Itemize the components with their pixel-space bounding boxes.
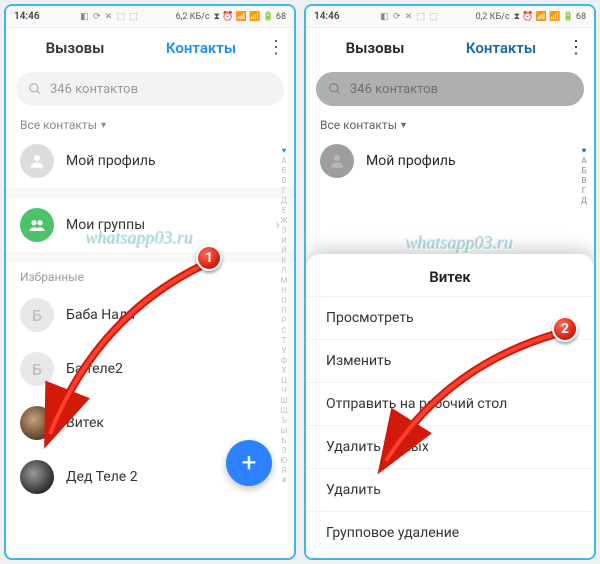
- alpha-letter[interactable]: Ь: [281, 436, 286, 446]
- status-icons-left: ◧ ⟳ ✕ ⬚ ⬚: [44, 12, 176, 22]
- alpha-letter[interactable]: Т: [282, 336, 287, 346]
- row-label: Мои группы: [66, 217, 264, 233]
- alpha-letter[interactable]: М: [281, 276, 288, 286]
- search-placeholder: 346 контактов: [350, 82, 438, 97]
- alpha-letter[interactable]: П: [281, 306, 287, 316]
- alpha-letter[interactable]: Г: [282, 186, 286, 196]
- search-input[interactable]: 346 контактов: [316, 72, 584, 106]
- alpha-index[interactable]: ♥АБВГДЕЖЗИЙКЛМНОПРСТУФХЦЧШЩЪЫЬЭЮЯ#: [278, 146, 290, 538]
- status-icons-left: ◧ ⟳ ✕ ⬚ ⬚: [344, 12, 476, 22]
- contacts-filter[interactable]: Все контакты ▾: [306, 110, 594, 134]
- arrow-annotation-1: [36, 258, 216, 458]
- alpha-letter[interactable]: Ф: [281, 356, 287, 366]
- status-bar: 14:46 ◧ ⟳ ✕ ⬚ ⬚ 0,2 КБ/с ⧗ ⏰ 📶 📶 🔋 68: [306, 6, 594, 28]
- alpha-letter[interactable]: К: [281, 256, 286, 266]
- alpha-letter[interactable]: А: [581, 156, 586, 166]
- alpha-letter[interactable]: Б: [581, 166, 586, 176]
- row-my-profile[interactable]: Мой профиль: [306, 134, 594, 188]
- alpha-letter[interactable]: Ц: [281, 376, 287, 386]
- alpha-letter[interactable]: ♥: [582, 146, 587, 156]
- phone-screen-2: 14:46 ◧ ⟳ ✕ ⬚ ⬚ 0,2 КБ/с ⧗ ⏰ 📶 📶 🔋 68 Вы…: [304, 4, 596, 560]
- alpha-letter[interactable]: З: [282, 226, 287, 236]
- tab-calls[interactable]: Вызовы: [312, 39, 438, 57]
- alpha-letter[interactable]: Ч: [281, 386, 286, 396]
- avatar-photo: [20, 460, 54, 494]
- fab-add-contact[interactable]: +: [226, 440, 272, 486]
- alpha-letter[interactable]: Э: [281, 446, 286, 456]
- avatar-placeholder-icon: [20, 144, 54, 178]
- chevron-down-icon: ▾: [101, 120, 106, 131]
- alpha-letter[interactable]: Д: [281, 196, 287, 206]
- alpha-letter[interactable]: И: [281, 236, 287, 246]
- status-bar: 14:46 ◧ ⟳ ✕ ⬚ ⬚ 6,2 КБ/с ⧗ ⏰ 📶 📶 🔋 68: [6, 6, 294, 28]
- status-icons-right: ⧗ ⏰ 📶 📶 🔋 68: [214, 12, 286, 22]
- menu-kebab-icon[interactable]: ⋮: [564, 39, 588, 57]
- search-icon: [28, 82, 42, 96]
- menu-kebab-icon[interactable]: ⋮: [264, 39, 288, 57]
- alpha-letter[interactable]: А: [281, 156, 286, 166]
- arrow-annotation-2: [376, 326, 576, 486]
- phone-screen-1: 14:46 ◧ ⟳ ✕ ⬚ ⬚ 6,2 КБ/с ⧗ ⏰ 📶 📶 🔋 68 Вы…: [4, 4, 296, 560]
- alpha-letter[interactable]: Е: [282, 206, 287, 216]
- alpha-letter[interactable]: В: [582, 176, 587, 186]
- contacts-filter[interactable]: Все контакты ▾: [6, 110, 294, 134]
- search-input[interactable]: 346 контактов: [16, 72, 284, 106]
- alpha-letter[interactable]: ♥: [282, 146, 287, 156]
- callout-badge-2: 2: [552, 316, 578, 342]
- alpha-letter[interactable]: Г: [582, 186, 586, 196]
- tab-contacts[interactable]: Контакты: [438, 39, 564, 57]
- alpha-letter[interactable]: Л: [281, 266, 287, 276]
- row-label: Мой профиль: [66, 153, 280, 169]
- alpha-letter[interactable]: Ю: [280, 456, 287, 466]
- alpha-letter[interactable]: Щ: [280, 406, 288, 416]
- row-my-groups[interactable]: Мои группы ›: [6, 198, 294, 252]
- status-net: 0,2 КБ/с: [476, 12, 510, 22]
- alpha-letter[interactable]: Р: [281, 316, 286, 326]
- sheet-title: Витек: [306, 268, 594, 286]
- alpha-letter[interactable]: Ы: [281, 426, 288, 436]
- status-net: 6,2 КБ/с: [176, 12, 210, 22]
- alpha-letter[interactable]: Ж: [280, 216, 287, 226]
- group-icon: [20, 208, 54, 242]
- plus-icon: +: [242, 448, 257, 478]
- alpha-letter[interactable]: Ъ: [281, 416, 287, 426]
- tabs: Вызовы Контакты ⋮: [6, 28, 294, 68]
- search-icon: [328, 82, 342, 96]
- alpha-letter[interactable]: Й: [281, 246, 287, 256]
- callout-badge-1: 1: [196, 245, 222, 271]
- alpha-letter[interactable]: Я: [281, 466, 286, 476]
- tab-calls[interactable]: Вызовы: [12, 39, 138, 57]
- alpha-letter[interactable]: #: [282, 476, 287, 486]
- sheet-option-group-delete[interactable]: Групповое удаление: [306, 511, 594, 554]
- status-time: 14:46: [14, 11, 40, 22]
- alpha-letter[interactable]: Д: [581, 196, 587, 206]
- alpha-letter[interactable]: Н: [281, 286, 287, 296]
- tabs: Вызовы Контакты ⋮: [306, 28, 594, 68]
- status-icons-right: ⧗ ⏰ 📶 📶 🔋 68: [514, 12, 586, 22]
- tab-contacts[interactable]: Контакты: [138, 39, 264, 57]
- chevron-down-icon: ▾: [401, 120, 406, 131]
- status-time: 14:46: [314, 11, 340, 22]
- alpha-letter[interactable]: Б: [281, 166, 286, 176]
- alpha-letter[interactable]: С: [281, 326, 286, 336]
- alpha-letter[interactable]: О: [281, 296, 287, 306]
- search-placeholder: 346 контактов: [50, 82, 138, 97]
- avatar-placeholder-icon: [320, 144, 354, 178]
- alpha-letter[interactable]: Х: [281, 366, 286, 376]
- row-label: Мой профиль: [366, 153, 580, 169]
- alpha-letter[interactable]: Ш: [280, 396, 288, 406]
- alpha-letter[interactable]: В: [282, 176, 287, 186]
- row-my-profile[interactable]: Мой профиль: [6, 134, 294, 188]
- alpha-letter[interactable]: У: [281, 346, 286, 356]
